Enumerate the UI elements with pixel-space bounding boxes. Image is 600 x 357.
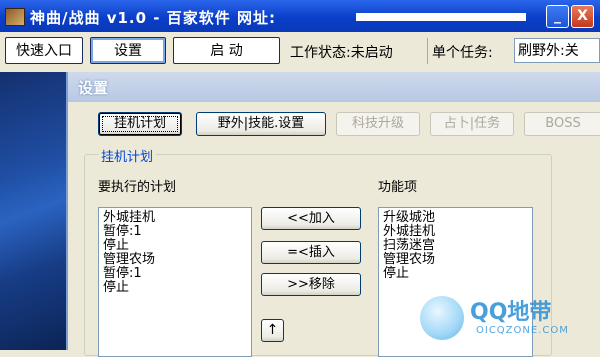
settings-button[interactable]: 设置 (90, 37, 166, 64)
list-item[interactable]: 外城挂机 (103, 211, 247, 225)
plan-list-label: 要执行的计划 (98, 180, 177, 195)
list-item[interactable]: 停止 (103, 281, 247, 295)
plan-listbox[interactable]: 外城挂机 暂停:1 停止 管理农场 暂停:1 停止 (98, 207, 252, 357)
tab-afk-plan[interactable]: 挂机计划 (98, 112, 182, 136)
toolbar-divider (427, 38, 428, 64)
function-list-label: 功能项 (378, 180, 418, 195)
list-item[interactable]: 暂停:1 (103, 267, 247, 281)
start-button[interactable]: 启 动 (173, 37, 280, 64)
tab-divination-task: 占卜|任务 (430, 112, 514, 136)
work-status-label: 工作状态:未启动 (290, 45, 393, 61)
insert-button[interactable]: =<插入 (261, 241, 361, 264)
list-item[interactable]: 扫荡迷宫 (383, 239, 528, 253)
redacted-url (356, 13, 526, 21)
dialog-title: 设置 (78, 79, 109, 97)
list-item[interactable]: 停止 (383, 267, 528, 281)
remove-button[interactable]: >>移除 (261, 273, 361, 296)
single-task-label: 单个任务: (432, 45, 493, 61)
background-image (0, 72, 66, 350)
main-toolbar: 快速入口 设置 启 动 工作状态:未启动 单个任务: 刷野外:关 (0, 32, 600, 72)
tab-tech-upgrade: 科技升级 (336, 112, 420, 136)
watermark-logo-icon (420, 296, 464, 340)
list-item[interactable]: 外城挂机 (383, 225, 528, 239)
quick-entry-button[interactable]: 快速入口 (5, 37, 83, 64)
list-item[interactable]: 管理农场 (383, 253, 528, 267)
move-up-button[interactable]: ↑ (261, 319, 284, 342)
app-icon (5, 8, 25, 26)
list-item[interactable]: 管理农场 (103, 253, 247, 267)
list-item[interactable]: 停止 (103, 239, 247, 253)
group-title: 挂机计划 (98, 146, 157, 165)
list-item[interactable]: 升级城池 (383, 211, 528, 225)
tab-field-skill-settings[interactable]: 野外|技能.设置 (196, 112, 326, 136)
single-task-select[interactable]: 刷野外:关 (514, 38, 600, 63)
watermark-brand: QQ地带 (470, 300, 552, 325)
tab-boss: BOSS (524, 112, 600, 136)
minimize-button[interactable]: _ (546, 5, 569, 28)
watermark-site: OICQZONE.COM (476, 325, 569, 336)
main-title-bar: 神曲/战曲 v1.0 - 百家软件 网址: _ X (0, 0, 600, 32)
close-button[interactable]: X (571, 5, 594, 28)
list-item[interactable]: 暂停:1 (103, 225, 247, 239)
window-title: 神曲/战曲 v1.0 - 百家软件 网址: (30, 9, 276, 27)
dialog-title-bar: 设置 (68, 72, 600, 102)
add-button[interactable]: <<加入 (261, 207, 361, 230)
